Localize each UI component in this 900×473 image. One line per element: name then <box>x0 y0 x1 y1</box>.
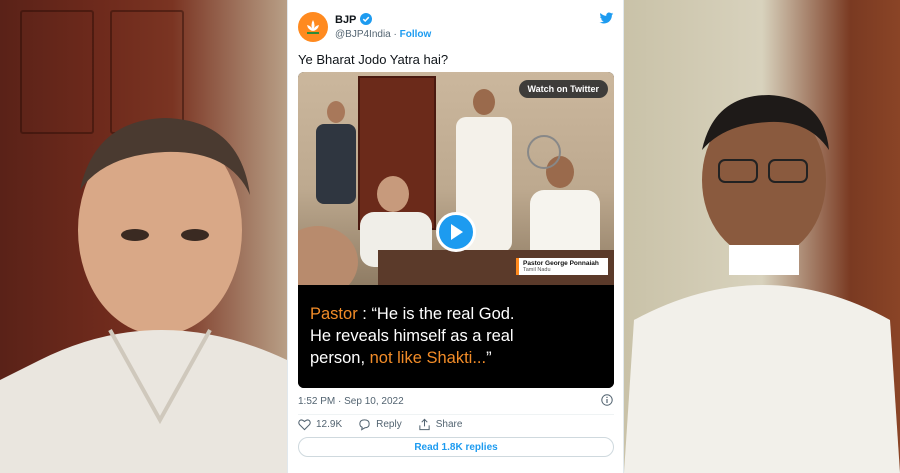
play-icon <box>451 224 463 240</box>
quote-highlight: not like Shakti... <box>369 349 487 367</box>
like-count: 12.9K <box>316 419 343 430</box>
like-button[interactable]: 12.9K <box>298 418 342 431</box>
read-replies-button[interactable]: Read 1.8K replies <box>298 437 614 457</box>
quote-line-3: person, not like Shakti...” <box>310 347 602 369</box>
account-name[interactable]: BJP <box>335 14 356 26</box>
quote-overlay: Pastor : “He is the real God. He reveals… <box>298 285 614 388</box>
video-media[interactable]: Watch on Twitter Pastor George Ponnaiah … <box>298 72 614 388</box>
bjp-avatar[interactable] <box>298 12 328 42</box>
tweet-actions: 12.9K Reply Share <box>298 418 478 431</box>
info-icon[interactable] <box>601 394 613 406</box>
heart-icon <box>298 419 311 431</box>
video-caption-tag: Pastor George Ponnaiah Tamil Nadu <box>516 258 608 275</box>
share-icon <box>419 418 430 431</box>
tweet-timestamp[interactable]: 1:52 PM · Sep 10, 2022 <box>298 396 404 407</box>
quote-line-1-text: : “He is the real God. <box>357 305 515 323</box>
twitter-bird-icon[interactable] <box>599 12 614 25</box>
play-button[interactable] <box>436 212 476 252</box>
reply-button[interactable]: Reply <box>358 418 402 431</box>
share-button[interactable]: Share <box>418 418 463 431</box>
follow-button[interactable]: Follow <box>400 29 432 40</box>
divider <box>298 414 614 415</box>
share-label: Share <box>435 419 463 430</box>
man-portrait-left <box>0 118 287 473</box>
reply-icon <box>359 419 370 431</box>
left-photo <box>0 0 287 473</box>
lotus-icon <box>307 20 319 34</box>
caption-name: Pastor George Ponnaiah <box>523 260 599 267</box>
quote-line-2: He reveals himself as a real <box>310 327 514 345</box>
quote-line-3-text: person, <box>310 349 370 367</box>
tweet-card: BJP @BJP4India · Follow Ye Bharat Jodo Y… <box>287 0 624 473</box>
right-photo <box>624 0 900 473</box>
video-frame: Watch on Twitter Pastor George Ponnaiah … <box>298 72 614 285</box>
verified-badge-icon <box>360 13 372 25</box>
quote-speaker: Pastor <box>310 305 358 323</box>
separator-dot: · <box>393 29 397 40</box>
account-handle[interactable]: @BJP4India <box>335 29 391 40</box>
watch-on-twitter-badge[interactable]: Watch on Twitter <box>518 80 608 98</box>
caption-place: Tamil Nadu <box>523 267 551 273</box>
reply-label: Reply <box>376 419 402 430</box>
account-row: @BJP4India · Follow <box>335 29 431 40</box>
tweet-text: Ye Bharat Jodo Yatra hai? <box>298 52 449 67</box>
quote-close: ” <box>486 349 492 367</box>
quote-line-1: Pastor : “He is the real God. <box>310 303 602 325</box>
man-portrait-right <box>624 95 900 473</box>
